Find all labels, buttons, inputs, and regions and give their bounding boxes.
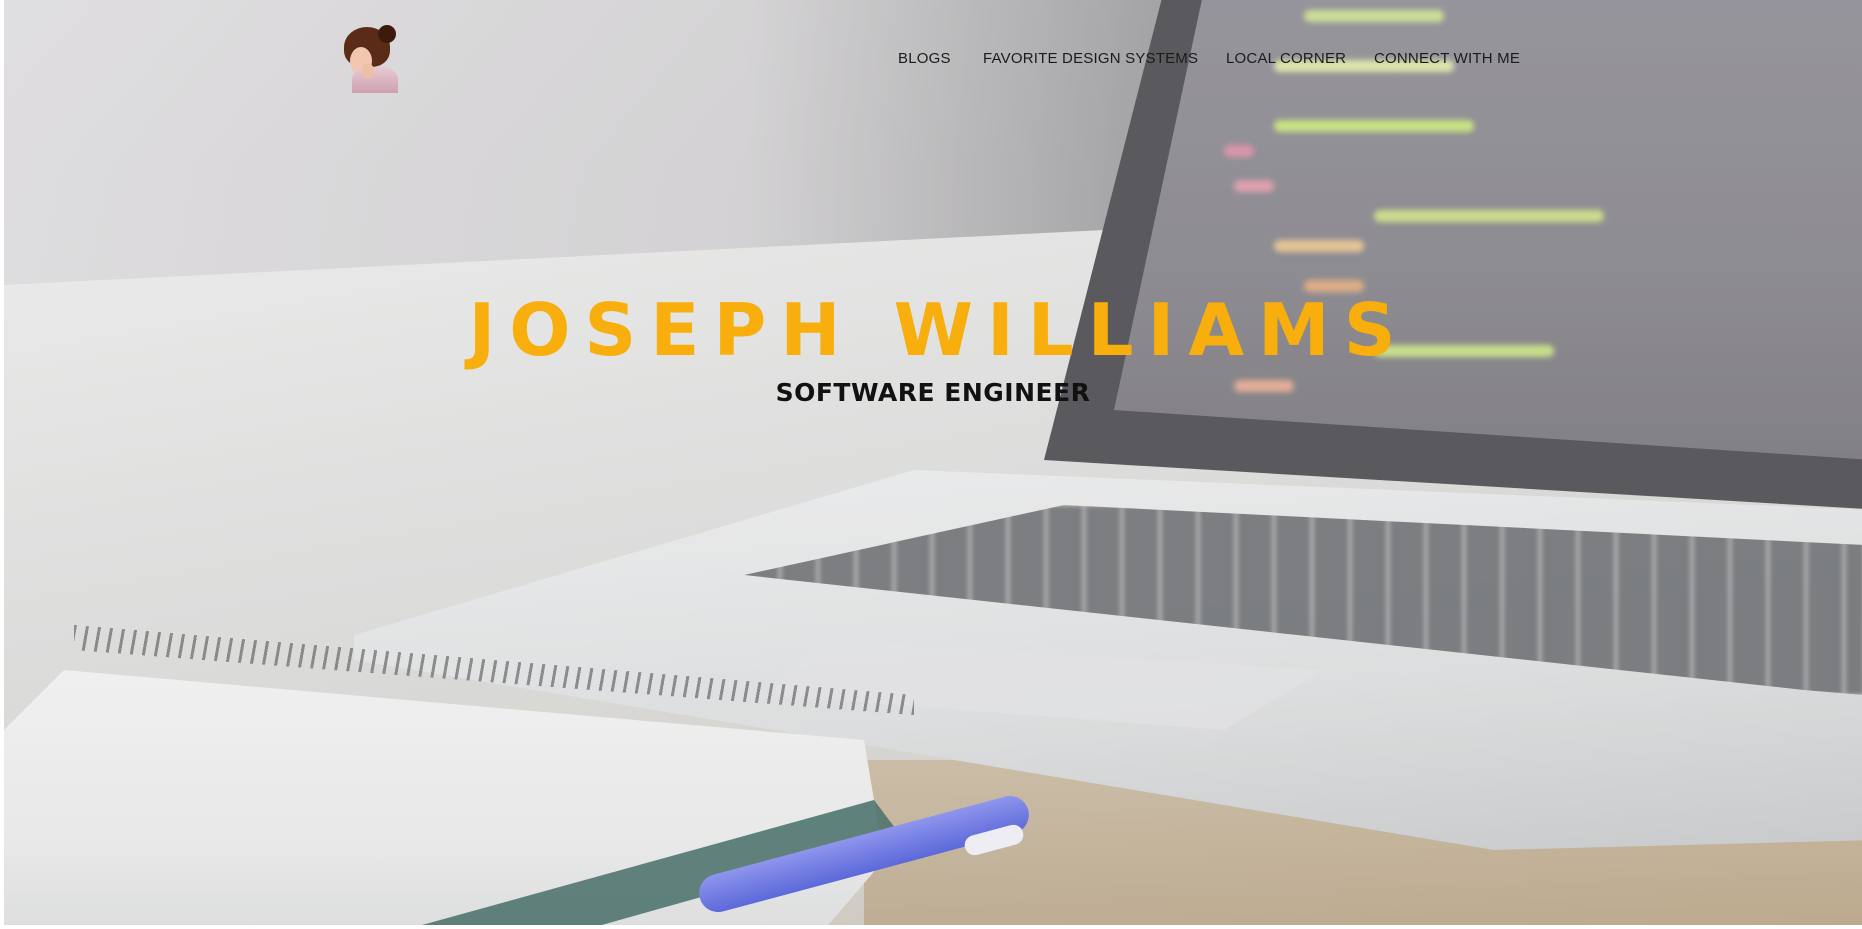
nav-item-favorite-design-systems[interactable]: FAVORITE DESIGN SYSTEMS: [983, 50, 1198, 67]
nav-item-connect-with-me[interactable]: CONNECT WITH ME: [1374, 50, 1520, 67]
hero-role: SOFTWARE ENGINEER: [775, 378, 1091, 407]
hero-overlay: [4, 0, 1862, 925]
nav-item-blogs[interactable]: BLOGS: [898, 50, 951, 67]
page-bottom-edge: [0, 925, 1862, 929]
hero-name: JOSEPH WILLIAMS: [468, 288, 1410, 372]
vintage-girl-portrait-icon[interactable]: [338, 25, 404, 93]
hero-section: BLOGS FAVORITE DESIGN SYSTEMS LOCAL CORN…: [4, 0, 1862, 925]
nav-item-local-corner[interactable]: LOCAL CORNER: [1226, 50, 1346, 67]
